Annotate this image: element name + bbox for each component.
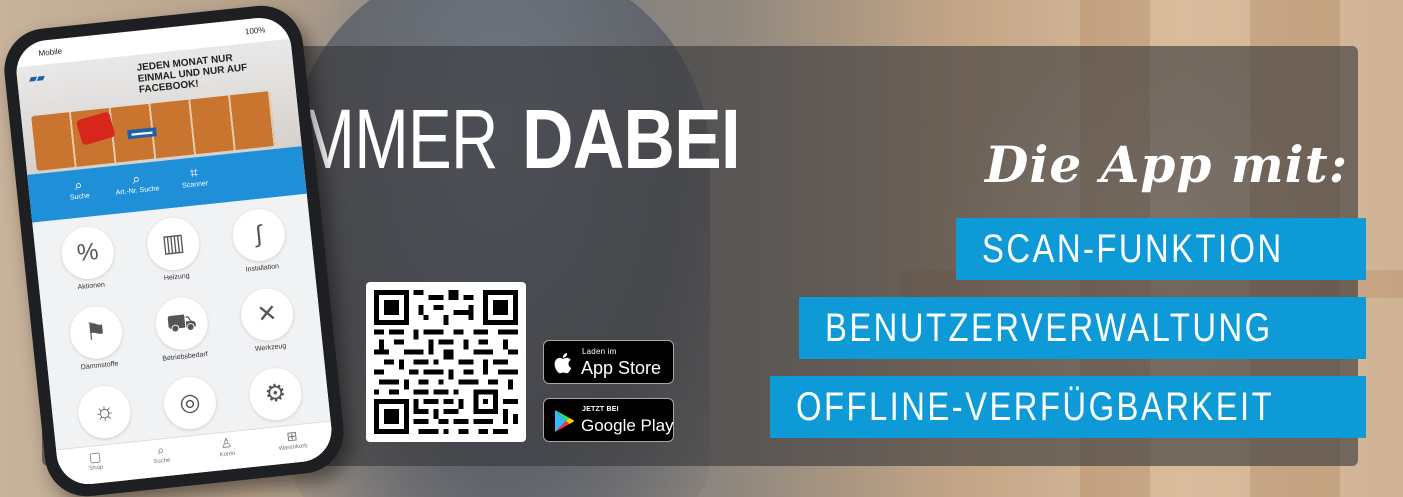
headline-bold: DABEI xyxy=(522,92,741,186)
category-tile[interactable]: ⚑ Dämmstoffe xyxy=(54,303,142,387)
tab-cart[interactable]: ⊞ Warenkorb xyxy=(261,426,323,454)
percent-icon: % xyxy=(59,224,117,282)
feature-offline: OFFLINE-VERFÜGBARKEIT xyxy=(770,376,1366,438)
app-store-small-label: Laden im xyxy=(582,347,617,356)
pipe-icon: ∫ xyxy=(230,206,288,264)
google-play-small-label: JETZT BEI xyxy=(582,406,619,413)
promo-text: JEDEN MONAT NUR EINMAL UND NUR AUF FACEB… xyxy=(136,52,248,96)
feature-user-management: BENUTZERVERWALTUNG xyxy=(799,297,1366,359)
qr-code-icon[interactable] xyxy=(366,282,526,442)
category-tile[interactable]: ⛟ Betriebsbedarf xyxy=(139,294,227,378)
status-carrier: Mobile xyxy=(38,46,63,59)
status-battery: 100% xyxy=(244,25,266,37)
screws-icon: ⚙ xyxy=(246,365,305,423)
feature-scan: SCAN-FUNKTION xyxy=(956,218,1366,280)
tool-article-search[interactable]: ⌕ Art.-Nr. Suche xyxy=(105,166,167,197)
google-play-label: Google Play xyxy=(581,416,674,435)
tab-search[interactable]: ⌕ Suche xyxy=(130,439,192,467)
app-store-label: App Store xyxy=(581,358,662,378)
category-tile[interactable]: % Aktionen xyxy=(45,223,133,307)
app-store-button[interactable]: Laden im App Store xyxy=(543,340,674,384)
google-play-button[interactable]: JETZT BEI Google Play xyxy=(543,398,674,442)
tool-search[interactable]: ⌕ Suche xyxy=(48,173,110,204)
wheelbarrow-icon: ⛟ xyxy=(153,295,211,353)
google-play-icon xyxy=(555,410,574,432)
category-tile[interactable]: ∫ Installation xyxy=(216,205,304,289)
fan-icon: ◎ xyxy=(161,374,219,432)
shop-logo: ▰▰ xyxy=(28,72,46,86)
flag-tool-icon: ⚑ xyxy=(67,304,125,362)
category-grid: % Aktionen ▥ Heizung ∫ Installation ⚑ Dämmst… xyxy=(32,193,332,458)
category-tile[interactable]: ✕ Werkzeug xyxy=(225,285,313,369)
phone-mockup: Mobile 100% ▰▰ JEDEN MONAT NUR EINMAL UN… xyxy=(0,1,348,497)
radiator-icon: ▥ xyxy=(144,215,202,273)
tab-account[interactable]: ♙ Konto xyxy=(196,432,258,460)
tool-scanner[interactable]: ⌗ Scanner xyxy=(163,160,225,191)
subheadline: Die App mit: xyxy=(985,135,1349,194)
category-tile[interactable]: ▥ Heizung xyxy=(131,214,219,298)
phone-frame: Mobile 100% ▰▰ JEDEN MONAT NUR EINMAL UN… xyxy=(0,1,348,497)
bulb-icon: ☼ xyxy=(75,383,134,441)
app-promo-banner: IMMER DABEI Die App mit: SCAN-FUNKTION B… xyxy=(0,0,1403,497)
tab-shop[interactable]: ▢ Shop xyxy=(64,446,126,474)
tools-icon: ✕ xyxy=(238,286,296,344)
headline: IMMER DABEI xyxy=(283,93,779,185)
apple-icon xyxy=(554,353,572,374)
phone-screen: Mobile 100% ▰▰ JEDEN MONAT NUR EINMAL UN… xyxy=(13,14,335,488)
